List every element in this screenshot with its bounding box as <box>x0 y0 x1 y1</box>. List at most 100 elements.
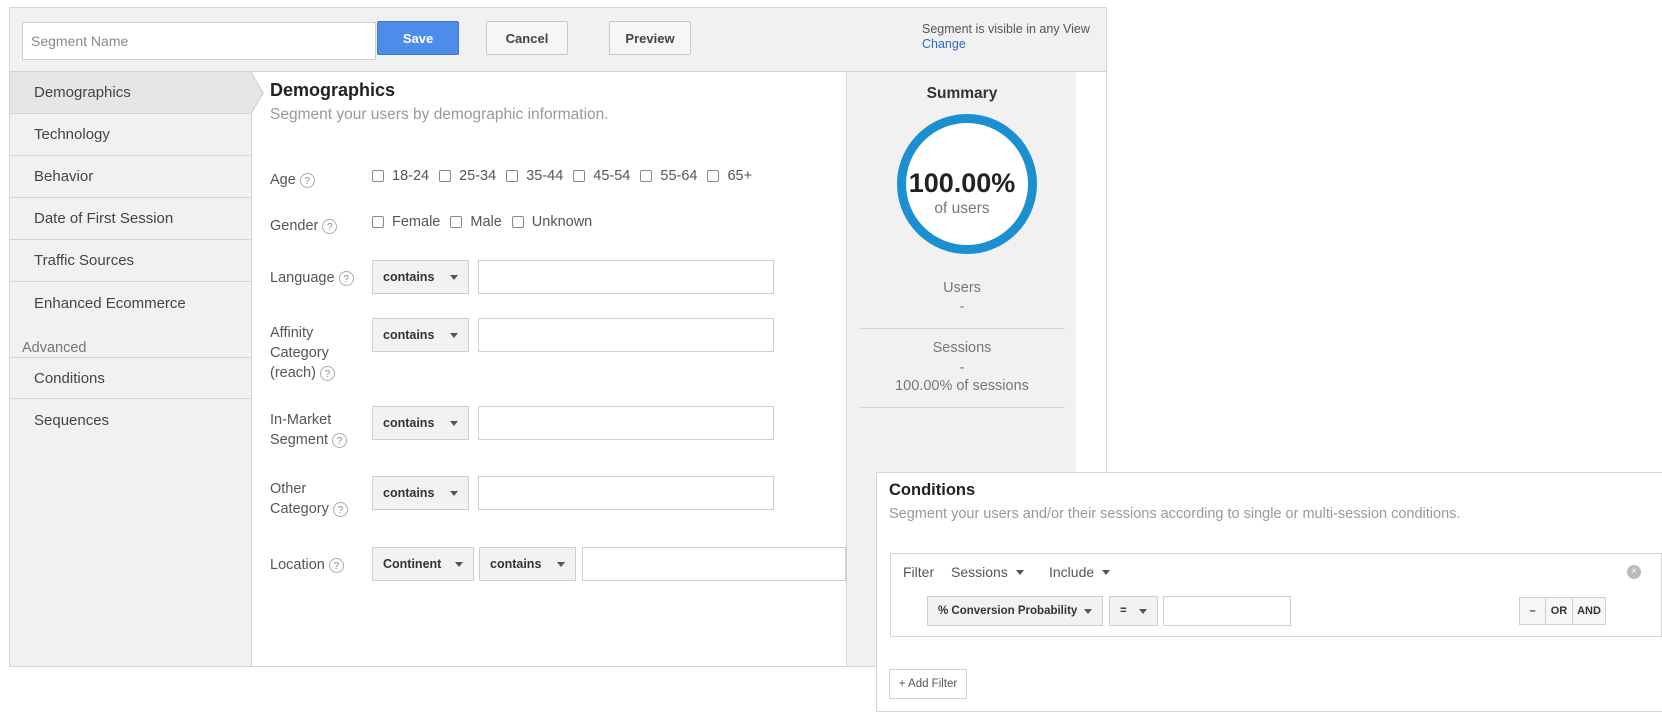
filter-scope-dropdown[interactable]: Sessions <box>951 564 1024 580</box>
dropdown-value: Sessions <box>951 564 1008 580</box>
condition-operator-dropdown[interactable]: = <box>1109 596 1158 626</box>
age-checkbox-65-plus[interactable]: 65+ <box>707 168 752 184</box>
change-visibility-link[interactable]: Change <box>922 37 966 51</box>
age-checkbox-45-54[interactable]: 45-54 <box>573 168 630 184</box>
age-checkbox-35-44[interactable]: 35-44 <box>506 168 563 184</box>
chevron-down-icon <box>1015 569 1024 575</box>
gender-label-text: Gender <box>270 218 319 234</box>
preview-button[interactable]: Preview <box>609 21 691 55</box>
other-category-value-input[interactable] <box>478 476 774 510</box>
help-icon[interactable]: ? <box>319 365 335 381</box>
conditions-title: Conditions <box>889 481 976 499</box>
sessions-percent: 100.00% of sessions <box>895 378 1029 394</box>
chevron-down-icon <box>455 561 463 567</box>
gender-checkbox-unknown[interactable]: Unknown <box>511 214 592 230</box>
location-dimension-dropdown[interactable]: Continent <box>372 547 474 581</box>
other-category-operator-dropdown[interactable]: contains <box>372 476 469 510</box>
language-label-text: Language <box>270 270 335 286</box>
segment-name-input[interactable] <box>22 22 376 60</box>
sidebar-item-demographics[interactable]: Demographics <box>10 71 264 115</box>
checkbox-box[interactable] <box>707 170 720 182</box>
sidebar: Demographics Technology Behavior Date of… <box>10 71 264 666</box>
checkbox-box[interactable] <box>372 216 384 228</box>
sidebar-item-technology[interactable]: Technology <box>10 114 251 156</box>
summary-title: Summary <box>926 85 998 102</box>
condition-value-input[interactable] <box>1163 596 1291 626</box>
checkbox-box[interactable] <box>506 170 519 182</box>
language-value-input[interactable] <box>478 260 774 294</box>
in-market-value-input[interactable] <box>478 406 774 440</box>
location-label: Location? <box>270 555 344 575</box>
checkbox-box[interactable] <box>372 170 384 182</box>
checkbox-box[interactable] <box>439 170 452 182</box>
help-icon[interactable]: ? <box>332 501 348 517</box>
other-category-label: Other Category? <box>270 479 348 519</box>
age-checkbox-18-24[interactable]: 18-24 <box>372 168 429 184</box>
sidebar-item-traffic-sources[interactable]: Traffic Sources <box>10 240 251 282</box>
conditions-panel: Conditions Segment your users and/or the… <box>876 472 1662 712</box>
cancel-button[interactable]: Cancel <box>486 21 568 55</box>
users-value: - <box>959 299 965 315</box>
visibility-note: Segment is visible in any View Change <box>922 22 1102 52</box>
sidebar-item-label: Sequences <box>34 411 110 429</box>
help-icon[interactable]: ? <box>299 172 315 188</box>
age-label: Age? <box>270 170 315 190</box>
save-button[interactable]: Save <box>377 21 459 55</box>
filter-mode-dropdown[interactable]: Include <box>1049 564 1111 580</box>
help-icon[interactable]: ? <box>332 432 348 448</box>
sidebar-item-sequences[interactable]: Sequences <box>10 399 251 441</box>
location-label-text: Location <box>270 557 325 573</box>
condition-dimension-dropdown[interactable]: % Conversion Probability <box>927 596 1103 626</box>
checkbox-box[interactable] <box>640 170 653 182</box>
advanced-header: Advanced <box>22 340 87 356</box>
active-pointer <box>250 72 262 114</box>
sidebar-item-behavior[interactable]: Behavior <box>10 156 251 198</box>
sidebar-item-enhanced-ecommerce[interactable]: Enhanced Ecommerce <box>10 282 251 324</box>
sidebar-item-date-of-first-session[interactable]: Date of First Session <box>10 198 251 240</box>
checkbox-label: 45-54 <box>593 168 631 184</box>
affinity-operator-dropdown[interactable]: contains <box>372 318 469 352</box>
location-operator-dropdown[interactable]: contains <box>479 547 576 581</box>
location-value-input[interactable] <box>582 547 846 581</box>
help-icon[interactable]: ? <box>338 270 354 286</box>
checkbox-box[interactable] <box>450 216 463 228</box>
language-label: Language? <box>270 268 354 288</box>
add-filter-button[interactable]: + Add Filter <box>889 669 967 699</box>
checkbox-label: 25-34 <box>459 168 497 184</box>
segment-toolbar: Save Cancel Preview Segment is visible i… <box>10 8 1106 72</box>
sessions-value: - <box>959 360 965 376</box>
age-checkbox-55-64[interactable]: 55-64 <box>640 168 697 184</box>
age-label-text: Age <box>270 172 296 188</box>
checkbox-box[interactable] <box>511 216 524 228</box>
checkbox-box[interactable] <box>573 170 586 182</box>
remove-condition-button[interactable]: – <box>1519 597 1546 625</box>
remove-filter-close-icon[interactable]: × <box>1627 565 1641 579</box>
language-operator-dropdown[interactable]: contains <box>372 260 469 294</box>
in-market-operator-dropdown[interactable]: contains <box>372 406 469 440</box>
dropdown-value: Continent <box>383 557 442 571</box>
dropdown-value: contains <box>383 486 435 500</box>
and-button[interactable]: AND <box>1573 597 1606 625</box>
sidebar-item-label: Conditions <box>34 369 105 387</box>
chevron-down-icon <box>450 420 458 426</box>
affinity-value-input[interactable] <box>478 318 774 352</box>
chevron-down-icon <box>450 274 458 280</box>
sidebar-item-label: Demographics <box>34 84 131 101</box>
dropdown-value: = <box>1120 605 1127 617</box>
gender-checkbox-male[interactable]: Male <box>450 214 502 230</box>
dropdown-value: Include <box>1049 564 1095 580</box>
sidebar-item-label: Date of First Session <box>34 210 174 227</box>
checkbox-label: Female <box>392 214 441 230</box>
help-icon[interactable]: ? <box>322 218 338 234</box>
other-label-line: Other <box>270 481 307 497</box>
or-button[interactable]: OR <box>1546 597 1573 625</box>
dropdown-value: contains <box>383 416 435 430</box>
age-checkbox-25-34[interactable]: 25-34 <box>439 168 496 184</box>
affinity-label: Affinity Category (reach)? <box>270 323 335 383</box>
summary-divider <box>859 328 1065 329</box>
filter-box: Filter Sessions Include × % Conversion P… <box>890 553 1662 637</box>
help-icon[interactable]: ? <box>328 557 344 573</box>
dropdown-value: % Conversion Probability <box>938 605 1078 617</box>
sidebar-item-conditions[interactable]: Conditions <box>10 357 251 399</box>
gender-checkbox-female[interactable]: Female <box>372 214 440 230</box>
